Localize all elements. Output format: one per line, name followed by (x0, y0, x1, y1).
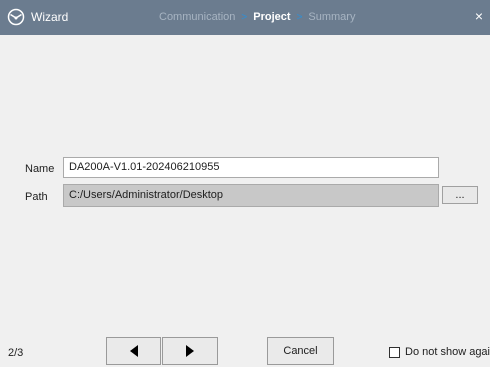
dont-show-label: Do not show again (405, 346, 490, 358)
wizard-steps: Communication > Project > Summary (159, 11, 355, 23)
step-arrow-icon: > (241, 11, 248, 23)
step-project: Project (253, 11, 291, 23)
close-icon[interactable]: × (475, 9, 483, 23)
previous-button[interactable] (106, 337, 161, 365)
arrow-left-icon (129, 345, 138, 357)
dont-show-again[interactable]: Do not show again (389, 346, 490, 358)
cancel-button[interactable]: Cancel (267, 337, 334, 365)
browse-button[interactable]: ... (442, 186, 478, 204)
arrow-right-icon (186, 345, 194, 357)
window-title: Wizard (31, 10, 69, 24)
path-field (63, 184, 439, 207)
step-communication: Communication (159, 11, 236, 23)
step-summary: Summary (308, 11, 356, 23)
name-input[interactable] (63, 157, 439, 178)
next-button[interactable] (162, 337, 218, 365)
path-label: Path (25, 191, 48, 203)
name-label: Name (25, 163, 55, 175)
dont-show-checkbox[interactable] (389, 346, 400, 358)
title-bar: Wizard Communication > Project > Summary… (0, 0, 490, 35)
step-arrow-icon: > (296, 11, 303, 23)
page-indicator: 2/3 (8, 347, 24, 359)
wizard-app-icon (7, 8, 25, 26)
